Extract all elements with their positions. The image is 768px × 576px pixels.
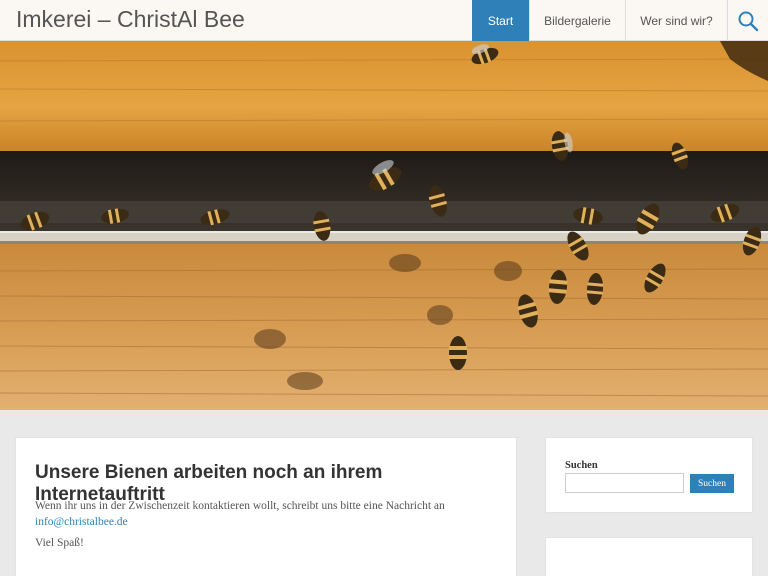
hero-image [0,41,768,410]
hero-beehive-illustration [0,41,768,410]
nav-search-button[interactable] [727,0,768,41]
search-submit-button[interactable]: Suchen [690,474,734,493]
site-header: Imkerei – ChristAl Bee Start Bildergaler… [0,0,768,41]
nav-wer-sind-wir[interactable]: Wer sind wir? [625,0,727,41]
email-link[interactable]: info@christalbee.de [35,516,128,528]
content-card: Unsere Bienen arbeiten noch an ihrem Int… [15,437,517,576]
main-nav: Start Bildergalerie Wer sind wir? [472,0,768,41]
nav-bildergalerie[interactable]: Bildergalerie [529,0,625,41]
search-input[interactable] [565,473,684,493]
search-widget: Suchen Suchen [545,437,753,513]
content-sign-off: Viel Spaß! [35,537,84,549]
content-text-intro: Wenn ihr uns in der Zwischenzeit kontakt… [35,500,445,512]
search-icon [738,11,759,31]
search-widget-title: Suchen [565,460,598,471]
sidebar-widget-empty [545,537,753,576]
content-text: Wenn ihr uns in der Zwischenzeit kontakt… [35,498,505,530]
site-title[interactable]: Imkerei – ChristAl Bee [16,6,245,33]
nav-start[interactable]: Start [472,0,529,41]
